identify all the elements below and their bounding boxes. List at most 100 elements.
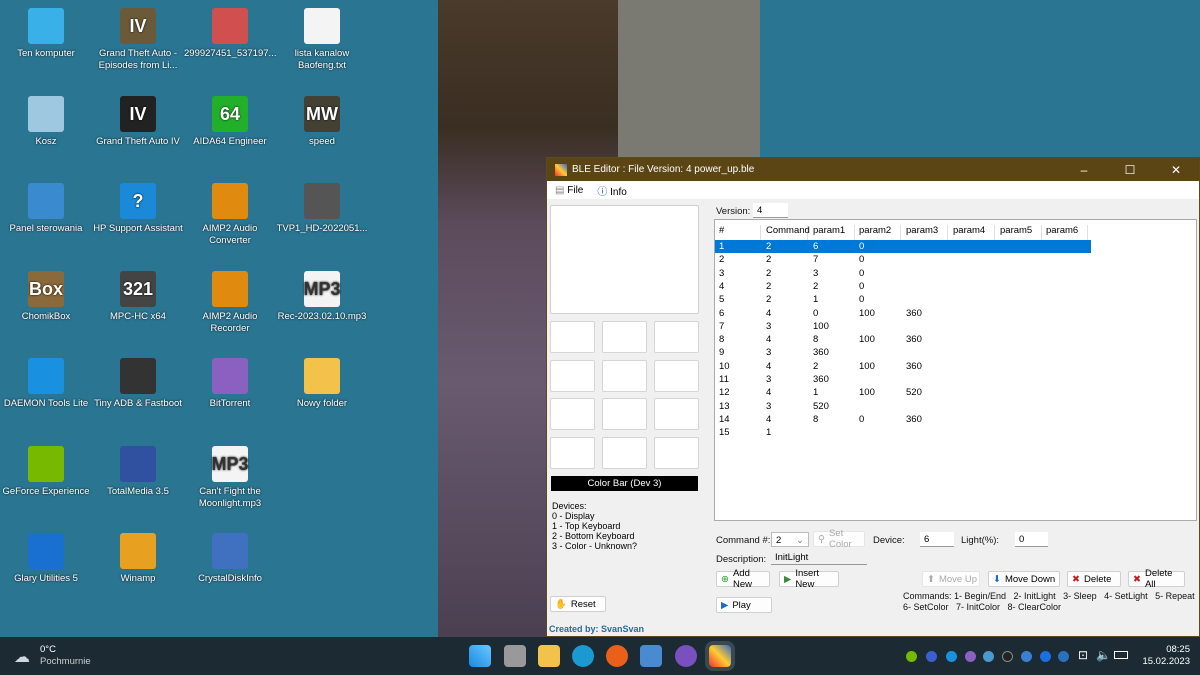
description-field[interactable]: InitLight xyxy=(771,550,867,565)
store-icon[interactable] xyxy=(640,645,662,667)
title-bar[interactable]: BLE Editor : File Version: 4 power_up.bl… xyxy=(547,158,1199,181)
desktop-icon-label: DAEMON Tools Lite xyxy=(3,398,89,409)
key-cell[interactable] xyxy=(602,436,647,469)
weather-desc[interactable]: Pochmurnie xyxy=(40,656,91,667)
table-row[interactable]: 9 3 360 xyxy=(715,346,1091,359)
usb-tray-icon[interactable] xyxy=(1021,651,1032,662)
delete-all-button[interactable]: ✖ Delete All xyxy=(1128,568,1185,590)
command-select[interactable]: 2 ⌄ xyxy=(771,532,809,547)
desktop-icon[interactable]: ? HP Support Assistant xyxy=(92,177,184,235)
device-input[interactable]: 6 xyxy=(920,532,954,547)
light-input[interactable]: 0 xyxy=(1015,532,1048,547)
version-input[interactable]: 4 xyxy=(753,203,788,218)
security-warning-icon[interactable] xyxy=(1058,651,1069,662)
menu-info[interactable]: ⓘ Info xyxy=(597,183,626,198)
key-cell[interactable] xyxy=(550,398,595,430)
desktop-icon[interactable]: Winamp xyxy=(92,527,184,585)
table-row[interactable]: 7 3 100 xyxy=(715,320,1091,333)
daemon-tray-icon[interactable] xyxy=(946,651,957,662)
desktop-icon[interactable]: MW speed xyxy=(276,90,368,148)
clock-date[interactable]: 15.02.2023 xyxy=(1130,656,1190,667)
desktop-icon[interactable]: DAEMON Tools Lite xyxy=(0,352,92,410)
file-explorer-icon[interactable] xyxy=(538,645,560,667)
key-cell[interactable] xyxy=(550,436,595,469)
key-cell[interactable] xyxy=(654,436,699,469)
key-cell[interactable] xyxy=(602,359,647,392)
table-row[interactable]: 10 4 2 100 360 xyxy=(715,360,1091,373)
network-drive-tray-icon[interactable] xyxy=(983,651,994,662)
add-new-button[interactable]: ⊕ Add New xyxy=(716,568,770,590)
network-icon[interactable]: ⊡ xyxy=(1078,648,1088,662)
maximize-button[interactable]: ☐ xyxy=(1107,158,1153,181)
desktop-icon[interactable]: TotalMedia 3.5 xyxy=(92,440,184,498)
desktop-icon[interactable]: Nowy folder xyxy=(276,352,368,410)
table-row[interactable]: 11 3 360 xyxy=(715,373,1091,386)
viber-icon[interactable] xyxy=(675,645,697,667)
nvidia-tray-icon[interactable] xyxy=(906,651,917,662)
desktop-icon[interactable]: TVP1_HD-2022051... xyxy=(276,177,368,235)
table-row[interactable]: 2 2 7 0 xyxy=(715,253,1091,266)
desktop-icon[interactable]: Kosz xyxy=(0,90,92,148)
key-cell[interactable] xyxy=(654,321,699,353)
desktop-icon[interactable]: Glary Utilities 5 xyxy=(0,527,92,585)
table-row[interactable]: 1260 xyxy=(715,240,1091,254)
desktop-icon[interactable]: 299927451_537197... xyxy=(184,2,276,60)
move-down-button[interactable]: ⬇ Move Down xyxy=(988,571,1060,587)
desktop-icon[interactable]: Ten komputer xyxy=(0,2,92,60)
edge-icon[interactable] xyxy=(572,645,594,667)
table-row[interactable]: 8 4 8 100 360 xyxy=(715,333,1091,346)
desktop-icon[interactable]: lista kanalow Baofeng.txt xyxy=(276,2,368,72)
volume-icon[interactable]: 🔈 xyxy=(1096,648,1111,662)
table-row[interactable]: 3 2 3 0 xyxy=(715,267,1091,280)
table-row[interactable]: 15 1 xyxy=(715,426,1091,439)
firefox-icon[interactable] xyxy=(606,645,628,667)
clock-time[interactable]: 08:25 xyxy=(1140,644,1190,655)
desktop-icon[interactable]: Box ChomikBox xyxy=(0,265,92,323)
key-cell[interactable] xyxy=(654,359,699,392)
desktop-icon[interactable]: Tiny ADB & Fastboot xyxy=(92,352,184,410)
desktop-icon[interactable]: IV Grand Theft Auto - Episodes from Li... xyxy=(92,2,184,72)
start-icon[interactable] xyxy=(469,645,491,667)
desktop-icon[interactable]: AIMP2 Audio Converter xyxy=(184,177,276,247)
table-row[interactable]: 6 4 0 100 360 xyxy=(715,307,1091,320)
weather-temp[interactable]: 0°C xyxy=(40,644,56,655)
bluetooth-icon[interactable] xyxy=(1040,651,1051,662)
key-cell[interactable] xyxy=(654,398,699,430)
minimize-button[interactable]: – xyxy=(1061,158,1107,181)
menu-file[interactable]: ▤ File xyxy=(555,185,583,196)
close-button[interactable]: ✕ xyxy=(1153,158,1199,181)
desktop-icon[interactable]: 64 AIDA64 Engineer xyxy=(184,90,276,148)
table-row[interactable]: 14 4 8 0 360 xyxy=(715,413,1091,426)
desktop-icon[interactable]: IV Grand Theft Auto IV xyxy=(92,90,184,148)
set-color-button[interactable]: ⚲ Set Color xyxy=(813,528,865,550)
desktop-icon[interactable]: 321 MPC-HC x64 xyxy=(92,265,184,323)
ble-editor-taskbar-icon[interactable] xyxy=(705,641,735,671)
table-row[interactable]: 4 2 2 0 xyxy=(715,280,1091,293)
desktop-icon[interactable]: BitTorrent xyxy=(184,352,276,410)
table-cell: 1 xyxy=(813,294,819,306)
insert-new-button[interactable]: ▶ Insert New xyxy=(779,568,839,590)
table-row[interactable]: 13 3 520 xyxy=(715,400,1091,413)
battery-icon[interactable] xyxy=(1114,651,1128,659)
table-row[interactable]: 5 2 1 0 xyxy=(715,293,1091,306)
desktop-icon[interactable]: AIMP2 Audio Recorder xyxy=(184,265,276,335)
app-tray-icon[interactable] xyxy=(1002,651,1013,662)
play-button[interactable]: ▶ Play xyxy=(716,597,772,613)
viber-tray-icon[interactable] xyxy=(965,651,976,662)
desktop-icon[interactable]: GeForce Experience xyxy=(0,440,92,498)
key-cell[interactable] xyxy=(602,321,647,353)
key-cell[interactable] xyxy=(550,359,595,392)
desktop-icon[interactable]: Panel sterowania xyxy=(0,177,92,235)
desktop-icon[interactable]: MP3 Can't Fight the Moonlight.mp3 xyxy=(184,440,276,510)
key-cell[interactable] xyxy=(602,398,647,430)
media-tray-icon[interactable] xyxy=(926,651,937,662)
table-cell: 13 xyxy=(719,400,730,412)
desktop-icon[interactable]: MP3 Rec-2023.02.10.mp3 xyxy=(276,265,368,323)
key-cell[interactable] xyxy=(550,321,595,353)
table-row[interactable]: 12 4 1 100 520 xyxy=(715,386,1091,399)
move-up-button[interactable]: ⬆ Move Up xyxy=(922,571,980,587)
reset-button[interactable]: ✋ Reset xyxy=(550,596,606,612)
desktop-icon[interactable]: CrystalDiskInfo xyxy=(184,527,276,585)
delete-button[interactable]: ✖ Delete xyxy=(1067,571,1121,587)
task-view-icon[interactable] xyxy=(504,645,526,667)
